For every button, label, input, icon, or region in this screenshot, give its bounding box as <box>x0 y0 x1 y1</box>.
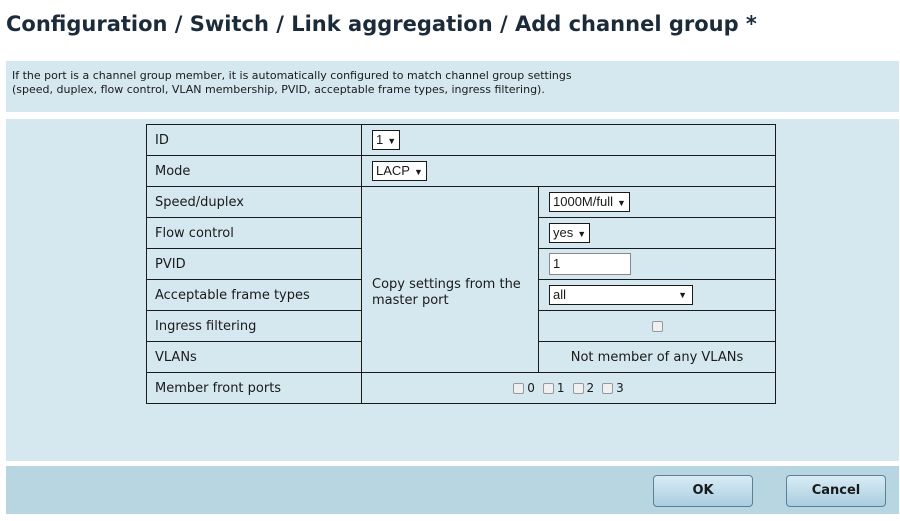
flow-control-select[interactable]: yes ▼ <box>549 223 591 243</box>
checkbox-icon <box>602 382 614 394</box>
flow-control-select-value: yes <box>553 225 574 240</box>
dropdown-arrow-icon: ▼ <box>678 290 687 300</box>
mode-row: Mode LACP ▼ <box>146 155 776 187</box>
acceptable-frame-types-select[interactable]: all ▼ <box>549 285 693 305</box>
dropdown-arrow-icon: ▼ <box>413 167 423 177</box>
port-1[interactable]: 1 <box>542 380 565 395</box>
flow-control-label: Flow control <box>146 217 362 249</box>
speed-duplex-label: Speed/duplex <box>146 186 362 218</box>
mode-select[interactable]: LACP ▼ <box>372 161 427 181</box>
pvid-input[interactable]: 1 <box>549 253 631 275</box>
speed-duplex-row: Speed/duplex Copy settings from the mast… <box>146 186 776 373</box>
id-row: ID 1 ▼ <box>146 124 776 156</box>
port-2-label: 2 <box>586 380 595 395</box>
port-3[interactable]: 3 <box>602 381 624 395</box>
ok-button[interactable]: OK <box>653 475 753 507</box>
cancel-button[interactable]: Cancel <box>786 475 886 507</box>
id-label: ID <box>146 124 362 156</box>
checkbox-icon <box>572 382 584 394</box>
checkbox-icon <box>513 382 525 394</box>
info-panel: If the port is a channel group member, i… <box>6 61 899 112</box>
port-1-label: 1 <box>556 380 565 395</box>
pvid-label: PVID <box>146 248 362 280</box>
acceptable-frame-types-label: Acceptable frame types <box>146 279 362 311</box>
id-select-value: 1 <box>376 132 384 147</box>
info-text-line-1: If the port is a channel group member, i… <box>12 69 572 82</box>
mode-select-value: LACP <box>376 163 410 178</box>
member-front-ports-row: Member front ports 0 1 2 3 <box>146 372 776 404</box>
info-text-line-2: (speed, duplex, flow control, VLAN membe… <box>12 83 545 96</box>
id-select[interactable]: 1 ▼ <box>372 130 401 150</box>
ingress-filtering-label: Ingress filtering <box>146 310 362 342</box>
copy-settings-label: Copy settings from the master port <box>361 186 539 373</box>
member-front-ports-group: 0 1 2 3 <box>361 372 776 404</box>
dropdown-arrow-icon: ▼ <box>616 198 626 208</box>
speed-duplex-select[interactable]: 1000M/full ▼ <box>549 192 630 212</box>
channel-group-form: ID 1 ▼ Mode LACP ▼ Speed/duplex Copy setti… <box>146 124 776 404</box>
mode-label: Mode <box>146 155 362 187</box>
port-3-label: 3 <box>616 380 624 395</box>
port-0-label: 0 <box>527 380 535 395</box>
button-bar <box>6 466 899 514</box>
ingress-filtering-checkbox[interactable] <box>651 320 663 332</box>
speed-duplex-select-value: 1000M/full <box>553 194 613 209</box>
vlans-label: VLANs <box>146 341 362 373</box>
acceptable-frame-types-select-value: all <box>553 287 567 302</box>
dropdown-arrow-icon: ▼ <box>577 229 587 239</box>
vlans-value: Not member of any VLANs <box>538 341 776 373</box>
checkbox-icon <box>542 382 554 394</box>
member-front-ports-label: Member front ports <box>146 372 362 404</box>
page-title: Configuration / Switch / Link aggregatio… <box>6 12 757 36</box>
port-0[interactable]: 0 <box>513 381 535 395</box>
dropdown-arrow-icon: ▼ <box>387 136 397 146</box>
port-2[interactable]: 2 <box>572 380 595 395</box>
